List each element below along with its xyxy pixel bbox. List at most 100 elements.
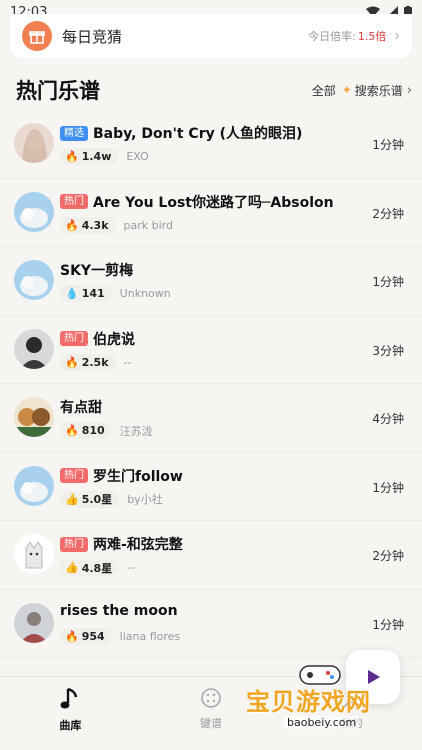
- title-line: rises the moon: [60, 603, 178, 619]
- song-artist: liana flores: [119, 629, 181, 643]
- all-link[interactable]: 全部: [312, 82, 336, 99]
- chevron-right-icon: ›: [406, 82, 412, 98]
- popularity-count: 141: [81, 287, 105, 300]
- tab-library[interactable]: 曲库: [0, 677, 141, 750]
- song-title: SKY一剪梅: [60, 263, 134, 279]
- popularity-pill: 🔥 2.5k: [60, 353, 116, 371]
- tab-label: 曲库: [59, 719, 82, 732]
- song-duration: 1分钟: [372, 275, 404, 289]
- song-title: 伯虎说: [93, 331, 135, 348]
- chevron-right-icon: ›: [394, 28, 400, 44]
- song-duration: 2分钟: [372, 206, 404, 221]
- daily-quiz-label: 每日竞猜: [62, 27, 123, 46]
- song-avatar: [14, 260, 54, 300]
- sparkle-icon: ✦: [341, 83, 352, 97]
- song-artist: by小社: [127, 493, 163, 506]
- song-row[interactable]: 精选 Baby, Don't Cry (人鱼的眼泪) 🔥 1.4w EXO 1分…: [0, 110, 422, 179]
- popularity-pill: 🔥 810: [60, 422, 112, 439]
- song-duration: 1分钟: [372, 480, 404, 495]
- meta-line: 👍 4.8星 --: [60, 559, 135, 576]
- song-avatar: [14, 191, 54, 232]
- song-avatar: [14, 123, 54, 163]
- song-list: 精选 Baby, Don't Cry (人鱼的眼泪) 🔥 1.4w EXO 1分…: [0, 110, 422, 658]
- fire-icon: 🔥: [65, 150, 79, 163]
- hot-tag: 热门: [60, 468, 88, 483]
- popularity-pill: 🔥 4.3k: [60, 216, 116, 234]
- fire-icon: 🔥: [65, 218, 79, 232]
- popularity-pill: 🔥 954: [60, 627, 112, 645]
- rating-value: 5.0星: [81, 493, 113, 506]
- popularity-count: 2.5k: [81, 355, 109, 369]
- blue-fire-icon: 💧: [65, 287, 79, 300]
- keypad-icon: [201, 688, 221, 708]
- song-title: Baby, Don't Cry (人鱼的眼泪): [93, 126, 303, 142]
- popularity-pill: 💧 141: [60, 285, 112, 302]
- rating-pill: 👍 4.8星: [60, 559, 120, 576]
- watermark-url: baobeiy.com: [284, 716, 360, 729]
- song-artist: --: [127, 561, 136, 574]
- song-row[interactable]: 热门 两难-和弦完整 👍 4.8星 -- 2分钟: [0, 521, 422, 590]
- meta-line: 🔥 1.4w EXO: [60, 148, 149, 165]
- fire-icon: 🔥: [65, 355, 79, 369]
- meta-line: 💧 141 Unknown: [60, 285, 171, 302]
- music-note-icon: [60, 687, 78, 709]
- song-avatar: [14, 328, 54, 369]
- song-row[interactable]: 热门 罗生门follow 👍 5.0星 by小社 1分钟: [0, 453, 422, 521]
- watermark-title: 宝贝游戏网: [246, 688, 371, 716]
- tab-label: 键谱: [200, 717, 222, 730]
- fire-icon: 🔥: [65, 629, 79, 643]
- thumb-icon: 👍: [65, 492, 79, 506]
- song-avatar: [14, 534, 54, 574]
- fire-icon: 🔥: [65, 424, 79, 437]
- hot-tag: 热门: [60, 536, 88, 552]
- hot-tag: 热门: [60, 194, 88, 209]
- song-row[interactable]: 热门 伯虎说 🔥 2.5k -- 3分钟: [0, 316, 422, 384]
- song-artist: Unknown: [119, 287, 171, 300]
- title-line: SKY一剪梅: [60, 260, 133, 280]
- song-avatar: [14, 465, 54, 506]
- song-artist: --: [123, 355, 132, 369]
- song-duration: 1分钟: [372, 138, 404, 152]
- title-line: 有点甜: [60, 397, 102, 417]
- song-row[interactable]: SKY一剪梅 💧 141 Unknown 1分钟: [0, 247, 422, 316]
- song-duration: 3分钟: [372, 343, 404, 358]
- search-scores-link[interactable]: 搜索乐谱: [355, 82, 403, 99]
- popularity-pill: 🔥 1.4w: [60, 148, 119, 165]
- song-row[interactable]: rises the moon 🔥 954 liana flores 1分钟: [0, 590, 422, 658]
- thumb-icon: 👍: [65, 561, 79, 574]
- song-title: 罗生门follow: [93, 468, 183, 485]
- watermark-logo: 宝贝游戏网 baobeiy.com: [246, 660, 396, 740]
- title-line: 热门 Are You Lost你迷路了吗─Absolon: [60, 192, 334, 212]
- daily-quiz-card[interactable]: 每日竞猜 今日倍率: 1.5倍 ›: [10, 14, 412, 58]
- song-artist: 汪苏泷: [119, 424, 153, 438]
- popularity-count: 4.3k: [81, 218, 109, 232]
- hot-tag: 热门: [60, 331, 88, 346]
- song-title: 两难-和弦完整: [93, 537, 183, 553]
- song-row[interactable]: 有点甜 🔥 810 汪苏泷 4分钟: [0, 384, 422, 453]
- song-duration: 2分钟: [372, 549, 404, 563]
- song-artist: park bird: [123, 218, 173, 232]
- song-avatar: [14, 397, 54, 437]
- title-line: 热门 罗生门follow: [60, 466, 183, 486]
- title-line: 精选 Baby, Don't Cry (人鱼的眼泪): [60, 123, 302, 143]
- song-duration: 1分钟: [372, 617, 404, 632]
- song-title: Are You Lost你迷路了吗─Absolon: [93, 194, 334, 211]
- section-title: 热门乐谱: [16, 79, 100, 103]
- song-avatar: [14, 602, 54, 643]
- title-line: 热门 伯虎说: [60, 329, 135, 349]
- meta-line: 🔥 810 汪苏泷: [60, 422, 153, 439]
- popularity-count: 1.4w: [81, 150, 112, 163]
- rating-pill: 👍 5.0星: [60, 490, 120, 508]
- rate-label: 今日倍率:: [308, 30, 356, 43]
- song-title: rises the moon: [60, 602, 178, 619]
- song-duration: 4分钟: [372, 412, 404, 426]
- rating-value: 4.8星: [81, 561, 113, 575]
- rate-value: 1.5倍: [357, 30, 387, 43]
- gift-icon: [22, 21, 52, 51]
- meta-line: 🔥 954 liana flores: [60, 627, 181, 645]
- song-title: 有点甜: [60, 400, 102, 416]
- song-artist: EXO: [126, 150, 149, 163]
- meta-line: 👍 5.0星 by小社: [60, 490, 163, 508]
- popularity-count: 954: [81, 629, 105, 643]
- song-row[interactable]: 热门 Are You Lost你迷路了吗─Absolon 🔥 4.3k park…: [0, 179, 422, 247]
